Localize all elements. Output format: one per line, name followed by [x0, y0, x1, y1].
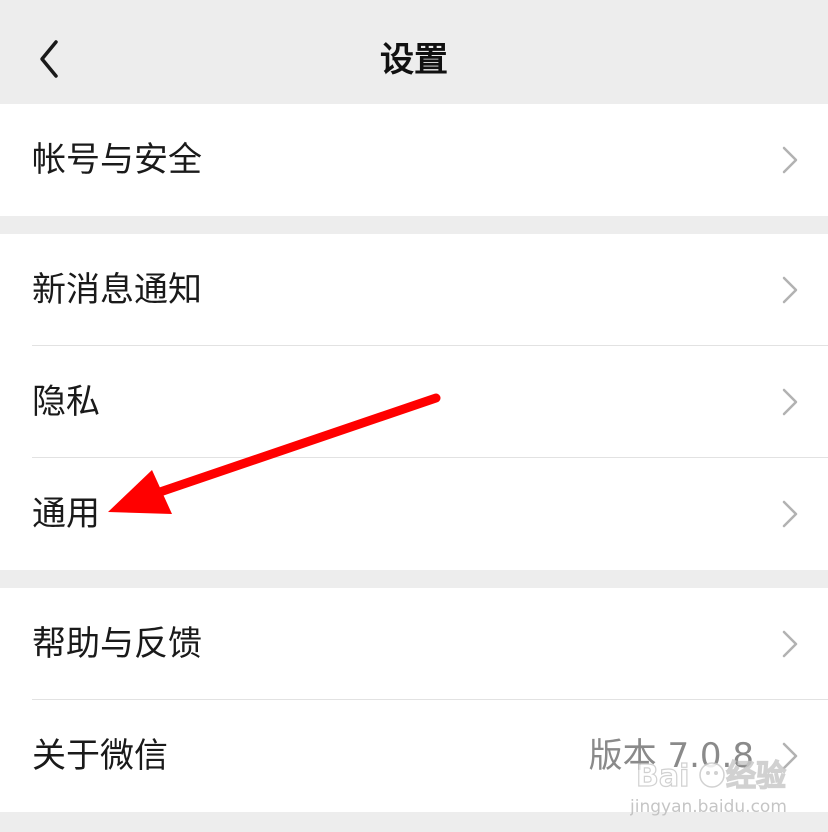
- row-label: 关于微信: [32, 736, 168, 776]
- svg-text:经验: 经验: [726, 759, 786, 794]
- chevron-right-icon: [782, 630, 798, 658]
- row-privacy[interactable]: 隐私: [0, 346, 828, 458]
- settings-group-account: 帐号与安全: [0, 104, 828, 216]
- row-label: 新消息通知: [32, 270, 202, 310]
- chevron-right-icon: [782, 388, 798, 416]
- chevron-right-icon: [782, 500, 798, 528]
- row-new-message-notification[interactable]: 新消息通知: [0, 234, 828, 346]
- chevron-right-icon: [782, 276, 798, 304]
- settings-group-general: 新消息通知 隐私 通用: [0, 234, 828, 570]
- row-account-security[interactable]: 帐号与安全: [0, 104, 828, 216]
- row-label: 帐号与安全: [32, 140, 202, 180]
- row-label: 帮助与反馈: [32, 624, 202, 664]
- svg-text:Bai: Bai: [636, 759, 689, 794]
- row-label: 隐私: [32, 382, 100, 422]
- page-title: 设置: [380, 40, 448, 80]
- nav-bar: 设置: [0, 0, 828, 104]
- chevron-right-icon: [782, 146, 798, 174]
- row-general[interactable]: 通用: [0, 458, 828, 570]
- svg-text:jingyan.baidu.com: jingyan.baidu.com: [630, 797, 787, 817]
- row-help-feedback[interactable]: 帮助与反馈: [0, 588, 828, 700]
- baidu-watermark-logo: Bai 经验 jingyan.baidu.com: [630, 758, 787, 817]
- row-label: 通用: [32, 494, 100, 534]
